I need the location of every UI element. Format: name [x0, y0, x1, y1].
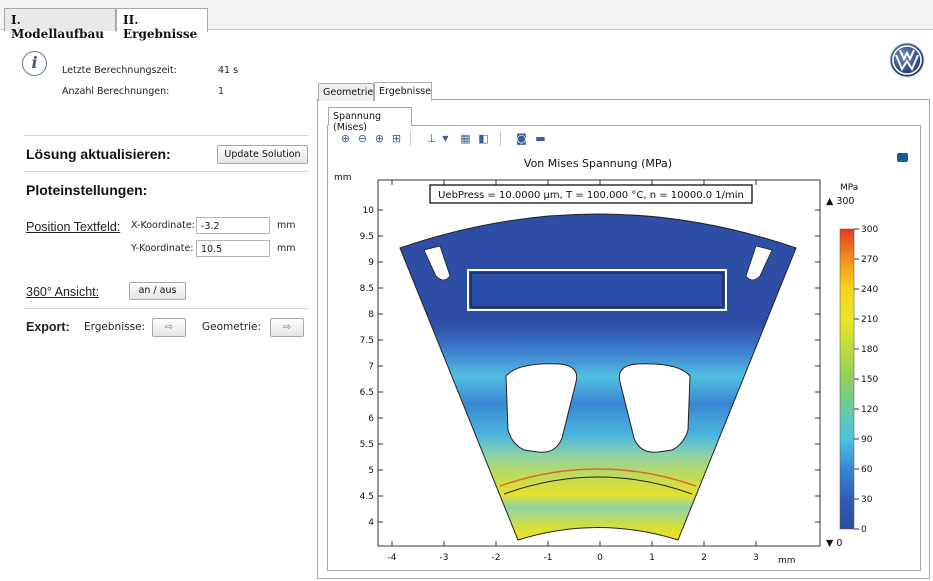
divider — [24, 308, 308, 309]
y-tick-label: 10 — [363, 206, 375, 216]
x-coordinate-label: X-Koordinate: — [131, 220, 195, 231]
y-tick-label: 7 — [368, 362, 374, 372]
tab-view-ergebnisse[interactable]: Ergebnisse — [374, 82, 432, 101]
solution-heading: Lösung aktualisieren: — [26, 146, 171, 162]
zoom-box-icon[interactable]: ⊕ — [373, 132, 386, 145]
export-results-label: Ergebnisse: — [84, 321, 146, 333]
y-tick-label: 8 — [368, 310, 374, 320]
colorbar-min: ▼ 0 — [826, 538, 842, 549]
y-unit: mm — [277, 243, 296, 254]
x-tick-label: 1 — [649, 553, 655, 563]
calc-count-label: Anzahl Berechnungen: — [62, 86, 170, 97]
axis-icon[interactable]: ⊥ — [425, 132, 438, 145]
colorbar-tick-label: 240 — [861, 285, 878, 295]
colorbar-tick-label: 30 — [861, 495, 873, 505]
y-tick-label: 9 — [368, 258, 374, 268]
x-tick-label: -4 — [388, 553, 397, 563]
tab-modellaufbau[interactable]: I. Modellaufbau — [4, 8, 116, 41]
calc-time-value: 41 s — [218, 65, 239, 76]
y-axis-unit: mm — [334, 173, 352, 183]
colorbar — [839, 228, 855, 530]
x-tick-label: -1 — [544, 553, 553, 563]
y-tick-label: 6.5 — [360, 388, 374, 398]
toggle-360-button[interactable]: an / aus — [129, 282, 186, 300]
export-icon: ⇨ — [164, 322, 174, 333]
toolbar-separator — [410, 131, 411, 146]
export-geometry-button[interactable]: ⇨ — [270, 318, 304, 337]
print-icon[interactable]: ▬ — [534, 132, 547, 145]
update-solution-button[interactable]: Update Solution — [217, 145, 308, 164]
vw-logo — [889, 42, 925, 78]
grid-icon[interactable]: ▦ — [459, 132, 472, 145]
info-icon: i — [22, 51, 47, 76]
colorbar-unit: MPa — [840, 183, 858, 193]
plot-title: Von Mises Spannung (MPa) — [524, 157, 672, 170]
colorbar-tick-label: 150 — [861, 375, 878, 385]
divider — [24, 135, 308, 136]
zoom-extents-icon[interactable]: ⊞ — [390, 132, 403, 145]
toolbar-separator — [500, 131, 501, 146]
y-tick-label: 9.5 — [360, 232, 374, 242]
export-results-button[interactable]: ⇨ — [152, 318, 186, 337]
x-tick-label: 0 — [597, 553, 603, 563]
colorbar-tick-label: 120 — [861, 405, 878, 415]
colorbar-tick-label: 0 — [861, 525, 867, 535]
y-tick-label: 6 — [368, 414, 374, 424]
colorbar-max: ▲ 300 — [826, 196, 854, 207]
tab-spannung-mises[interactable]: Spannung (Mises) — [328, 107, 412, 133]
colorbar-tick-label: 210 — [861, 315, 878, 325]
x-tick-label: 2 — [701, 553, 707, 563]
x-tick-label: -3 — [440, 553, 449, 563]
legend-icon[interactable]: ◧ — [477, 132, 490, 145]
x-coordinate-input[interactable]: -3.2 — [196, 217, 270, 234]
chevron-down-icon[interactable]: ▼ — [439, 132, 452, 145]
y-coordinate-label: Y-Koordinate: — [131, 243, 194, 254]
camera-icon[interactable]: ◙ — [515, 132, 528, 145]
zoom-in-icon[interactable]: ⊕ — [339, 132, 352, 145]
colorbar-tick-label: 300 — [861, 225, 878, 235]
position-textfield-link[interactable]: Position Textfeld: — [26, 220, 120, 234]
annotation-text: UebPress = 10.0000 µm, T = 100.000 °C, n… — [438, 190, 744, 201]
tab-geometrie[interactable]: Geometrie — [318, 83, 374, 101]
x-tick-label: 3 — [753, 553, 759, 563]
plot-settings-heading: Ploteinstellungen: — [26, 182, 148, 198]
y-tick-label: 8.5 — [360, 284, 374, 294]
colorbar-ticks: 3002702402101801501209060300 — [854, 225, 878, 535]
y-coordinate-input[interactable]: 10.5 — [196, 240, 270, 257]
export-heading: Export: — [26, 320, 70, 334]
zoom-out-icon[interactable]: ⊖ — [356, 132, 369, 145]
y-tick-label: 5.5 — [360, 440, 374, 450]
y-tick-label: 4 — [368, 518, 374, 528]
y-tick-label: 7.5 — [360, 336, 374, 346]
magnet-rectangle — [467, 269, 727, 311]
colorbar-tick-label: 270 — [861, 255, 878, 265]
export-geometry-label: Geometrie: — [202, 321, 262, 333]
view-360-label: 360° Ansicht: — [26, 285, 100, 299]
colorbar-tick-label: 180 — [861, 345, 878, 355]
x-tick-label: -2 — [492, 553, 501, 563]
colorbar-tick-label: 60 — [861, 465, 873, 475]
export-icon: ⇨ — [282, 322, 292, 333]
y-tick-label: 4.5 — [360, 492, 374, 502]
tab-ergebnisse[interactable]: II. Ergebnisse — [116, 8, 208, 41]
calc-count-value: 1 — [218, 86, 225, 97]
calc-time-label: Letzte Berechnungszeit: — [62, 65, 177, 76]
y-tick-label: 5 — [368, 466, 374, 476]
x-axis-unit: mm — [778, 556, 796, 566]
x-unit: mm — [277, 220, 296, 231]
stator-segment — [399, 213, 797, 541]
colorbar-tick-label: 90 — [861, 435, 873, 445]
divider — [24, 171, 308, 172]
stress-plot: Von Mises Spannung (MPa) mm mm -4 -3 -2 -1 0… — [334, 157, 878, 566]
